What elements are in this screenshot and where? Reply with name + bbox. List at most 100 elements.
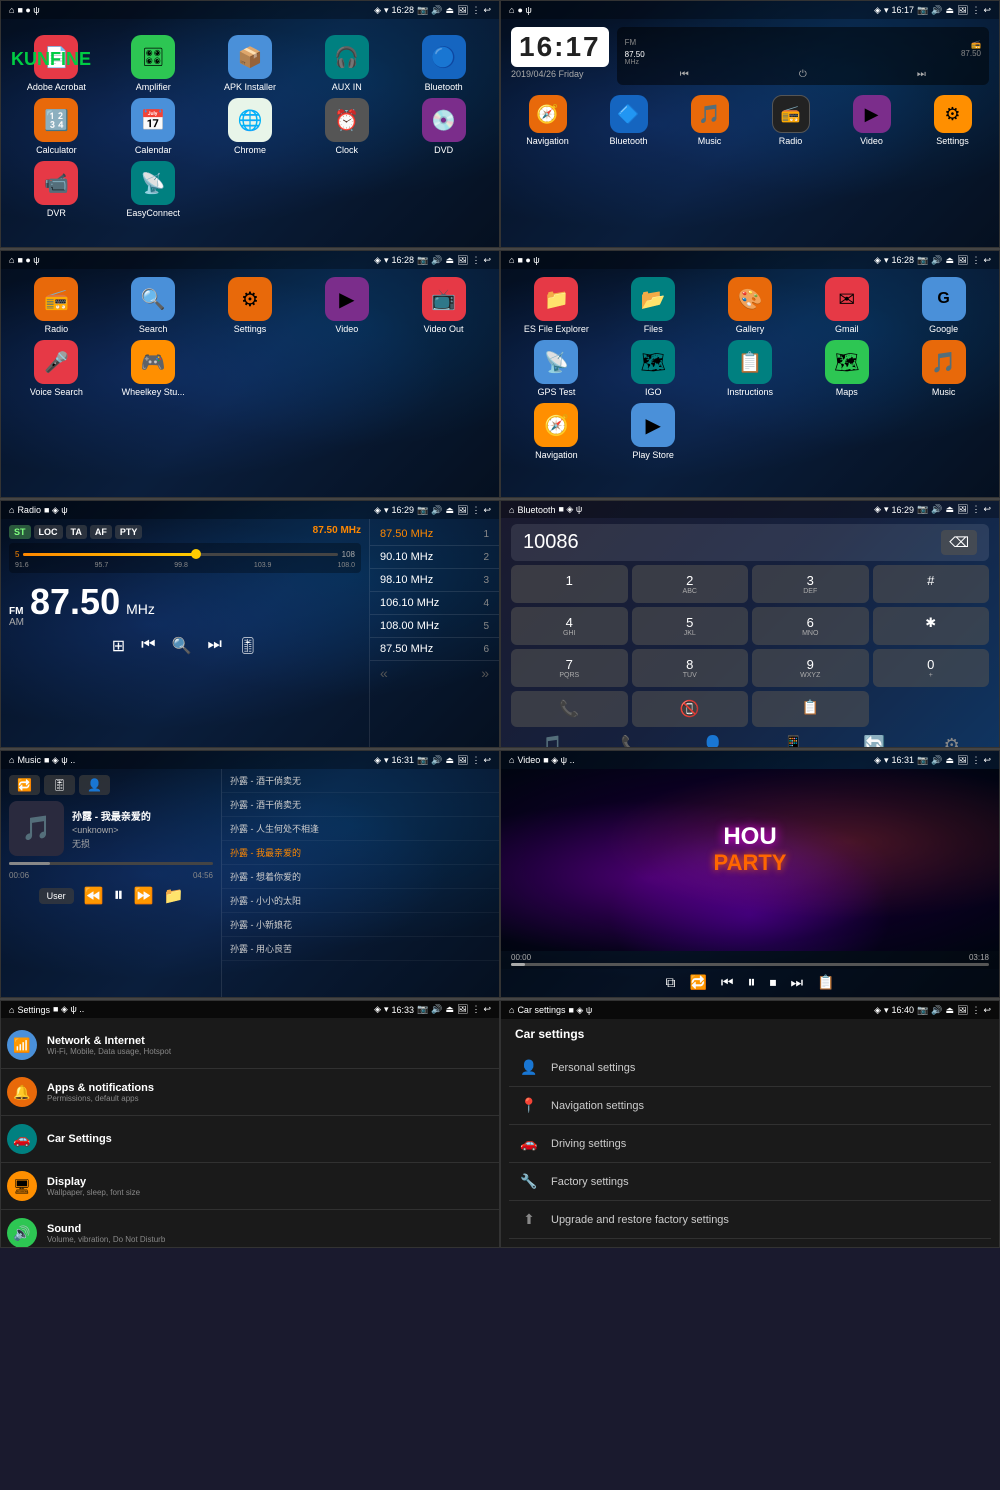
playlist-item-3[interactable]: 孙露 - 人生何处不相逢 (222, 817, 499, 841)
video-stop-btn[interactable]: ⏹ (770, 974, 777, 992)
freq-item-1[interactable]: 87.50 MHz1 (370, 523, 499, 546)
car-personal-settings[interactable]: 👤 Personal settings (509, 1049, 991, 1087)
music-fwd-btn[interactable]: ⏩ (134, 886, 154, 906)
app-video-3[interactable]: ▶ Video (301, 277, 392, 334)
car-factory-settings[interactable]: 🔧 Factory settings (509, 1163, 991, 1201)
playlist-item-7[interactable]: 孙露 - 小新娘花 (222, 913, 499, 937)
settings-display[interactable]: 🖥 Display Wallpaper, sleep, font size (1, 1163, 499, 1210)
playlist-item-6[interactable]: 孙露 - 小小的太阳 (222, 889, 499, 913)
app-dvd[interactable]: 💿 DVD (398, 98, 489, 155)
bt-contacts-btn[interactable]: 📋 (752, 691, 869, 727)
bt-call-btn[interactable]: 📞 (511, 691, 628, 727)
app-radio-bottom[interactable]: 📻 Radio (752, 95, 829, 146)
music-user-btn[interactable]: User (39, 888, 74, 904)
settings-network[interactable]: 📶 Network & Internet Wi-Fi, Mobile, Data… (1, 1022, 499, 1069)
playlist-item-5[interactable]: 孙露 - 想着你爱的 (222, 865, 499, 889)
bt-phone-icon[interactable]: 📞 (621, 735, 643, 748)
bt-key-2[interactable]: 2ABC (632, 565, 749, 603)
car-driving-settings[interactable]: 🚗 Driving settings (509, 1125, 991, 1163)
app-radio-3[interactable]: 📻 Radio (11, 277, 102, 334)
app-navigation-4[interactable]: 🧭 Navigation (511, 403, 602, 460)
radio-prev-track[interactable]: ⏮ (141, 636, 155, 656)
bt-dialpad-icon[interactable]: 📱 (782, 735, 804, 748)
app-music-4[interactable]: 🎵 Music (898, 340, 989, 397)
app-calculator[interactable]: 🔢 Calculator (11, 98, 102, 155)
radio-next-btn[interactable]: ⏭ (917, 69, 926, 80)
settings-apps[interactable]: 🔔 Apps & notifications Permissions, defa… (1, 1069, 499, 1116)
app-wheelkey[interactable]: 🎮 Wheelkey Stu... (108, 340, 199, 397)
bt-music-icon[interactable]: 🎵 (540, 735, 562, 748)
bt-key-star[interactable]: ✱ (873, 607, 990, 645)
playlist-item-1[interactable]: 孙露 - 酒干倘卖无 (222, 769, 499, 793)
bt-key-9[interactable]: 9WXYZ (752, 649, 869, 687)
app-dvr[interactable]: 📹 DVR (11, 161, 102, 218)
video-subtitle-btn[interactable]: ⧉ (665, 974, 675, 992)
app-esfile[interactable]: 📁 ES File Explorer (511, 277, 602, 334)
video-repeat-btn[interactable]: 🔁 (689, 974, 706, 992)
radio-prev-btn[interactable]: ⏮ (680, 69, 689, 80)
music-folder-btn[interactable]: 📁 (163, 886, 183, 906)
app-navigation[interactable]: 🧭 Navigation (509, 95, 586, 146)
app-maps[interactable]: 🗺 Maps (801, 340, 892, 397)
bt-key-7[interactable]: 7PQRS (511, 649, 628, 687)
radio-search-btn[interactable]: 🔍 (172, 636, 192, 656)
app-videoout[interactable]: 📺 Video Out (398, 277, 489, 334)
bt-key-3[interactable]: 3DEF (752, 565, 869, 603)
app-settings-3[interactable]: ⚙ Settings (205, 277, 296, 334)
back-icon[interactable]: ↩ (483, 5, 491, 16)
band-af[interactable]: AF (90, 525, 112, 539)
app-gpstest[interactable]: 📡 GPS Test (511, 340, 602, 397)
video-prev-btn[interactable]: ⏮ (721, 974, 734, 992)
home-icon-2[interactable]: ⌂ (509, 5, 514, 15)
app-calendar[interactable]: 📅 Calendar (108, 98, 199, 155)
bt-contacts-icon[interactable]: 👤 (702, 735, 724, 748)
app-google[interactable]: G Google (898, 277, 989, 334)
music-rew-btn[interactable]: ⏪ (84, 886, 104, 906)
freq-next-page[interactable]: » (481, 665, 489, 681)
app-amplifier[interactable]: 🎛 Amplifier (108, 35, 199, 92)
app-files[interactable]: 📂 Files (608, 277, 699, 334)
band-pty[interactable]: PTY (115, 525, 143, 539)
bt-key-4[interactable]: 4GHI (511, 607, 628, 645)
bt-backspace-btn[interactable]: ⌫ (941, 530, 977, 555)
app-easyconnect[interactable]: 📡 EasyConnect (108, 161, 199, 218)
music-equalizer-btn[interactable]: 🎚 (44, 775, 75, 795)
freq-item-2[interactable]: 90.10 MHz2 (370, 546, 499, 569)
freq-item-5[interactable]: 108.00 MHz5 (370, 615, 499, 638)
bt-key-0[interactable]: 0+ (873, 649, 990, 687)
app-gmail[interactable]: ✉ Gmail (801, 277, 892, 334)
app-instructions[interactable]: 📋 Instructions (705, 340, 796, 397)
app-igo[interactable]: 🗺 IGO (608, 340, 699, 397)
music-repeat-btn[interactable]: 🔁 (9, 775, 40, 795)
band-ta[interactable]: TA (66, 525, 87, 539)
bt-key-1[interactable]: 1 (511, 565, 628, 603)
app-gallery[interactable]: 🎨 Gallery (705, 277, 796, 334)
band-st[interactable]: ST (9, 525, 31, 539)
freq-item-6[interactable]: 87.50 MHz6 (370, 638, 499, 661)
bt-key-8[interactable]: 8TUV (632, 649, 749, 687)
app-aux[interactable]: 🎧 AUX IN (301, 35, 392, 92)
app-bluetooth[interactable]: 🔵 Bluetooth (398, 35, 489, 92)
app-search[interactable]: 🔍 Search (108, 277, 199, 334)
playlist-item-8[interactable]: 孙露 - 用心良苦 (222, 937, 499, 961)
car-upgrade-settings[interactable]: ⬆ Upgrade and restore factory settings (509, 1201, 991, 1239)
playlist-item-4[interactable]: 孙露 - 我最亲爱的 (222, 841, 499, 865)
app-video-bottom[interactable]: ▶ Video (833, 95, 910, 146)
app-voicesearch[interactable]: 🎤 Voice Search (11, 340, 102, 397)
car-navigation-settings[interactable]: 📍 Navigation settings (509, 1087, 991, 1125)
bt-hangup-btn[interactable]: 📵 (632, 691, 749, 727)
radio-power-btn[interactable]: ⏻ (799, 69, 807, 80)
video-play-btn[interactable]: ⏸ (747, 974, 755, 992)
app-clock[interactable]: ⏰ Clock (301, 98, 392, 155)
app-music-bottom[interactable]: 🎵 Music (671, 95, 748, 146)
music-profile-btn[interactable]: 👤 (79, 775, 110, 795)
playlist-item-2[interactable]: 孙露 - 酒干倘卖无 (222, 793, 499, 817)
music-play-btn[interactable]: ⏸ (114, 884, 124, 907)
app-chrome[interactable]: 🌐 Chrome (205, 98, 296, 155)
radio-eq-btn[interactable]: 🎚 (238, 636, 258, 656)
band-loc[interactable]: LOC (34, 525, 63, 539)
app-settings-bottom[interactable]: ⚙ Settings (914, 95, 991, 146)
back-icon-2[interactable]: ↩ (983, 5, 991, 16)
home-icon[interactable]: ⌂ (9, 5, 14, 15)
video-playlist-btn[interactable]: 📋 (817, 974, 834, 992)
